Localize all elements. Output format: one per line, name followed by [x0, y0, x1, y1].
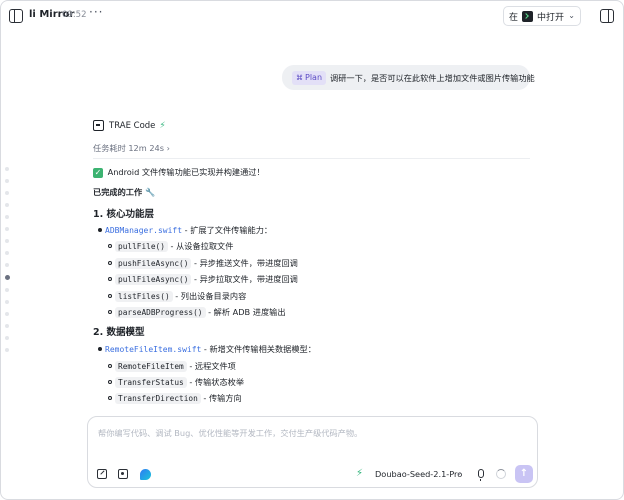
nav-dot[interactable]	[5, 336, 9, 340]
toggle-panel-icon[interactable]	[600, 9, 614, 23]
list-item: RemoteFileItem - 远程文件项	[103, 360, 236, 372]
code-snippet: pushFileAsync()	[115, 258, 192, 269]
agent-header: TRAE Code ⚡	[93, 120, 166, 131]
message-composer: ⚡ Doubao-Seed-2.1-Pro ⌄ ↑	[87, 416, 538, 488]
bullet	[108, 396, 112, 400]
nav-dot-active[interactable]	[4, 275, 10, 280]
doubao-icon[interactable]	[140, 469, 151, 480]
code-snippet: pullFile()	[115, 241, 168, 252]
chevron-right-icon: ›	[166, 143, 170, 153]
section-heading: 2. 数据模型	[93, 327, 145, 338]
more-options-icon[interactable]: ···	[89, 5, 103, 19]
code-snippet: pullFileAsync()	[115, 274, 192, 285]
check-icon: ✓	[93, 168, 103, 178]
nav-dot[interactable]	[5, 215, 9, 219]
bullet	[108, 294, 112, 298]
trae-logo-icon	[93, 120, 104, 131]
code-snippet: RemoteFileItem	[115, 361, 187, 372]
plan-icon: ⌘	[296, 73, 303, 82]
nav-dot[interactable]	[5, 300, 9, 304]
message-navigator	[4, 167, 11, 360]
prompt-input[interactable]	[98, 428, 518, 438]
nav-dot[interactable]	[5, 288, 9, 292]
nav-dot[interactable]	[5, 239, 9, 243]
edit-icon[interactable]	[97, 469, 107, 479]
microphone-icon[interactable]	[478, 469, 484, 481]
chevron-down-icon[interactable]: ⌄	[456, 469, 462, 477]
bullet	[98, 347, 102, 351]
list-item: pushFileAsync() - 异步推送文件，带进度回调	[103, 257, 298, 269]
title-bar: li Mirror 09:52 ··· 在 中打开 ⌄	[1, 1, 623, 31]
open-in-prefix: 在	[509, 12, 519, 23]
list-item: listFiles() - 列出设备目录内容	[103, 290, 246, 302]
list-item: pullFileAsync() - 异步拉取文件，带进度回调	[103, 273, 298, 285]
chevron-down-icon[interactable]: ⌄	[568, 11, 575, 20]
bullet	[108, 364, 112, 368]
open-in-suffix: 中打开	[537, 12, 565, 23]
agent-name: TRAE Code	[109, 120, 156, 131]
terminal-icon	[522, 10, 534, 22]
code-snippet: TransferDirection	[115, 393, 201, 404]
plan-mode-chip: ⌘ Plan	[292, 70, 327, 85]
list-item: RemoteFileItem.swift - 新增文件传输相关数据模型：	[93, 343, 316, 355]
send-button[interactable]: ↑	[515, 465, 533, 483]
sparkle-icon: ⚡	[159, 120, 166, 131]
list-item: parseADBProgress() - 解析 ADB 进度输出	[103, 306, 286, 318]
toggle-sidebar-icon[interactable]	[9, 9, 23, 23]
bullet	[108, 244, 112, 248]
divider	[93, 158, 530, 159]
nav-dot[interactable]	[5, 324, 9, 328]
file-link[interactable]: ADBManager.swift	[105, 226, 182, 235]
app-window: li Mirror 09:52 ··· 在 中打开 ⌄ ⌘ Plan 调研一下，…	[0, 0, 624, 500]
nav-dot[interactable]	[5, 203, 9, 207]
list-item: pullFile() - 从设备拉取文件	[103, 240, 233, 252]
context-usage-icon[interactable]	[496, 469, 506, 479]
nav-dot[interactable]	[5, 167, 9, 171]
completed-heading: 已完成的工作 🔧	[93, 187, 156, 197]
nav-dot[interactable]	[5, 251, 9, 255]
bullet	[108, 277, 112, 281]
file-link[interactable]: RemoteFileItem.swift	[105, 345, 201, 354]
code-snippet: listFiles()	[115, 291, 173, 302]
user-message: ⌘ Plan 调研一下，是否可以在此软件上增加文件或图片传输功能	[282, 65, 535, 90]
list-item: ADBManager.swift - 扩展了文件传输能力：	[93, 224, 272, 236]
model-selector[interactable]: Doubao-Seed-2.1-Pro	[375, 469, 462, 479]
open-in-terminal-button[interactable]: 在 中打开 ⌄	[503, 6, 581, 26]
list-item: TransferStatus - 传输状态枚举	[103, 376, 244, 388]
task-duration-toggle[interactable]: 任务耗时 12m 24s ›	[93, 142, 170, 154]
plan-chip-label: Plan	[305, 73, 323, 82]
code-snippet: TransferStatus	[115, 377, 187, 388]
status-line: ✓ Android 文件传输功能已实现并构建通过！	[93, 167, 265, 178]
nav-dot[interactable]	[5, 227, 9, 231]
session-time: 09:52	[62, 10, 87, 20]
nav-dot[interactable]	[5, 179, 9, 183]
bullet	[98, 228, 102, 232]
bullet	[108, 380, 112, 384]
nav-dot[interactable]	[5, 263, 9, 267]
section-heading: 1. 核心功能层	[93, 209, 155, 220]
user-message-text: 调研一下，是否可以在此软件上增加文件或图片传输功能	[330, 72, 535, 83]
code-snippet: parseADBProgress()	[115, 307, 206, 318]
wrench-icon: 🔧	[145, 187, 156, 197]
sparkle-icon: ⚡	[356, 468, 364, 479]
image-upload-icon[interactable]	[118, 469, 128, 479]
task-duration: 任务耗时 12m 24s	[93, 143, 165, 153]
bullet	[108, 261, 112, 265]
nav-dot[interactable]	[5, 348, 9, 352]
nav-dot[interactable]	[5, 312, 9, 316]
list-item: TransferDirection - 传输方向	[103, 392, 242, 404]
nav-dot[interactable]	[5, 191, 9, 195]
bullet	[108, 310, 112, 314]
